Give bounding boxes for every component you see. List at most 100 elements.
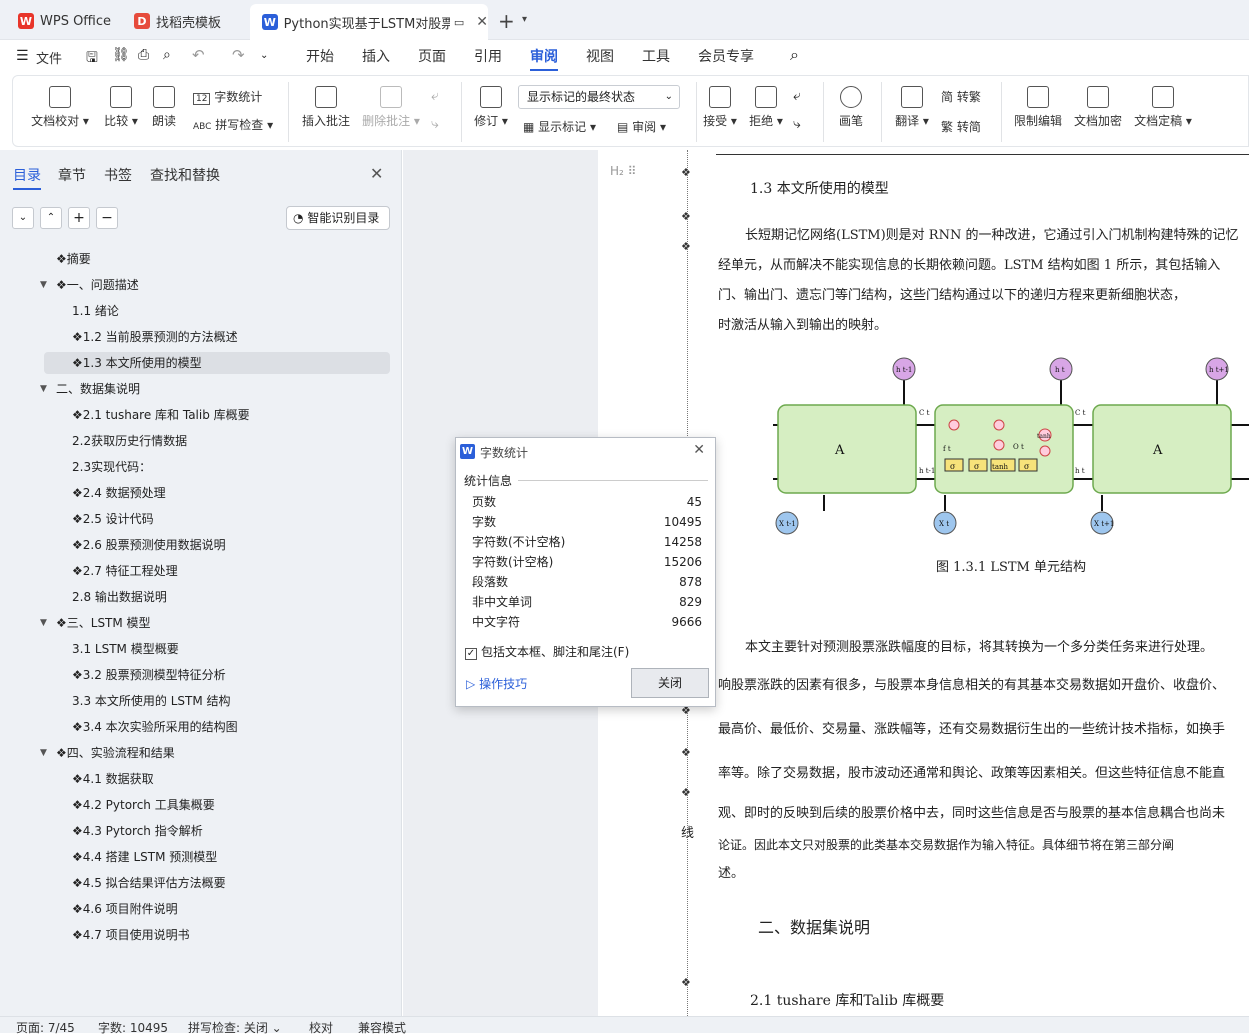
toc-item[interactable]: ❖一、问题描述 — [56, 274, 139, 296]
toc-item[interactable]: ❖4.4 搭建 LSTM 预测模型 — [72, 846, 217, 868]
toc-item[interactable]: 3.3 本文所使用的 LSTM 结构 — [72, 690, 231, 712]
toc-item[interactable]: ❖4.7 项目使用说明书 — [72, 924, 190, 946]
tab-toc[interactable]: 目录 — [13, 165, 41, 190]
toc-item-active[interactable]: ❖1.3 本文所使用的模型 — [72, 352, 202, 374]
markup-state-select[interactable]: 显示标记的最终状态 ⌄ — [518, 85, 680, 109]
paragraph-line: 响股票涨跌的因素有很多，与股票本身信息相关的有其基本交易数据如开盘价、收盘价、 — [718, 678, 1226, 693]
toc-item[interactable]: ❖4.6 项目附件说明 — [72, 898, 178, 920]
toc-item[interactable]: ❖3.2 股票预测模型特征分析 — [72, 664, 226, 686]
menu-review[interactable]: 审阅 — [530, 46, 558, 71]
next-change-icon[interactable]: ⤷ — [793, 116, 801, 132]
remove-heading-button[interactable]: − — [96, 207, 118, 229]
toc-item[interactable]: ❖2.1 tushare 库和 Talib 库概要 — [72, 404, 250, 426]
track-changes-button[interactable]: 修订 ▾ — [473, 86, 509, 129]
toc-item[interactable]: 3.1 LSTM 模型概要 — [72, 638, 179, 660]
encrypt-doc-button[interactable]: 文档加密 — [1073, 86, 1123, 129]
close-pane-icon[interactable]: ✕ — [370, 164, 383, 183]
tab-docer-templates[interactable]: D 找稻壳模板 — [122, 6, 242, 36]
doc-check-button[interactable]: 文档校对 ▾ — [29, 86, 91, 129]
to-traditional-button[interactable]: 简 转繁 — [941, 88, 981, 105]
toc-item[interactable]: ❖4.1 数据获取 — [72, 768, 154, 790]
to-simplified-button[interactable]: 繁 转简 — [941, 118, 981, 135]
toc-item[interactable]: 2.3实现代码： — [72, 456, 151, 478]
link-icon[interactable]: ⛓ — [112, 47, 130, 63]
proofread-status[interactable]: 校对 — [309, 1019, 333, 1036]
search-icon[interactable]: ⌕ — [790, 45, 799, 65]
compare-button[interactable]: 比较 ▾ — [99, 86, 143, 129]
expand-up-button[interactable]: ⌃ — [40, 207, 62, 229]
close-button[interactable]: 关闭 — [631, 668, 709, 698]
toc-item[interactable]: ❖4.5 拟合结果评估方法概要 — [72, 872, 226, 894]
menu-tools[interactable]: 工具 — [642, 46, 670, 66]
toc-item[interactable]: ❖2.4 数据预处理 — [72, 482, 166, 504]
spell-check-button[interactable]: ABC 拼写检查 ▾ — [193, 116, 273, 133]
tab-wps-office[interactable]: W WPS Office — [6, 6, 116, 36]
collapse-caret-icon[interactable]: ▼ — [40, 280, 47, 290]
toc-item[interactable]: ❖三、LSTM 模型 — [56, 612, 151, 634]
read-aloud-button[interactable]: 朗读 — [149, 86, 179, 129]
menu-home[interactable]: 开始 — [306, 46, 334, 66]
tips-link[interactable]: ▷ 操作技巧 — [466, 675, 527, 692]
smart-toc-button[interactable]: ◔ 智能识别目录 — [286, 206, 390, 230]
undo-icon[interactable]: ↶ — [192, 46, 205, 64]
collapse-caret-icon[interactable]: ▼ — [40, 748, 47, 758]
toc-item[interactable]: ❖3.4 本次实验所采用的结构图 — [72, 716, 238, 738]
toc-item[interactable]: ❖1.2 当前股票预测的方法概述 — [72, 326, 238, 348]
toc-item[interactable]: 二、数据集说明 — [56, 378, 140, 400]
gate-label: O t — [1013, 443, 1024, 451]
menu-member[interactable]: 会员专享 — [698, 46, 754, 66]
toc-item[interactable]: 2.8 输出数据说明 — [72, 586, 167, 608]
collapse-all-button[interactable]: ⌄ — [12, 207, 34, 229]
tab-bookmarks[interactable]: 书签 — [104, 165, 132, 185]
print-icon[interactable]: ⎙ — [138, 47, 149, 63]
translate-button[interactable]: 翻译 ▾ — [893, 86, 931, 129]
close-tab-icon[interactable]: ✕ — [476, 14, 488, 30]
tab-current-document[interactable]: W Python实现基于LSTM对股票 ▭ ✕ — [250, 4, 488, 40]
page-indicator[interactable]: 页面: 7/45 — [16, 1019, 75, 1036]
tab-chapters[interactable]: 章节 — [58, 165, 86, 185]
add-heading-button[interactable]: + — [68, 207, 90, 229]
toc-item[interactable]: ❖摘要 — [56, 248, 91, 270]
close-dialog-icon[interactable]: ✕ — [693, 442, 705, 458]
word-count-button[interactable]: 12 字数统计 — [193, 88, 262, 105]
restrict-edit-button[interactable]: 限制编辑 — [1013, 86, 1063, 129]
menu-page[interactable]: 页面 — [418, 46, 446, 66]
toc-item[interactable]: 2.2获取历史行情数据 — [72, 430, 187, 452]
accept-button[interactable]: 接受 ▾ — [701, 86, 739, 129]
toc-item[interactable]: ❖2.6 股票预测使用数据说明 — [72, 534, 226, 556]
spell-check-status[interactable]: 拼写检查: 关闭 ⌄ — [188, 1019, 282, 1036]
toc-item[interactable]: ❖2.7 特征工程处理 — [72, 560, 178, 582]
toc-item[interactable]: ❖2.5 设计代码 — [72, 508, 154, 530]
redo-icon[interactable]: ↷ — [232, 46, 245, 64]
toc-item[interactable]: ❖4.3 Pytorch 指令解析 — [72, 820, 203, 842]
pen-button[interactable]: 画笔 — [835, 86, 867, 129]
quick-access-chevron-icon[interactable]: ⌄ — [260, 50, 268, 61]
insert-comment-button[interactable]: 插入批注 — [301, 86, 351, 129]
toc-item[interactable]: ❖四、实验流程和结果 — [56, 742, 175, 764]
tab-list-chevron-icon[interactable]: ▾ — [522, 14, 527, 25]
toc-item[interactable]: 1.1 绪论 — [72, 300, 119, 322]
hamburger-icon[interactable]: ☰ — [16, 48, 29, 64]
gate-label: σ — [1024, 462, 1030, 471]
menu-file[interactable]: 文件 — [36, 48, 62, 67]
tab-find-replace[interactable]: 查找和替换 — [150, 165, 220, 185]
prev-change-icon[interactable]: ⤶ — [793, 88, 801, 104]
menu-reference[interactable]: 引用 — [474, 46, 502, 66]
review-pane-button[interactable]: ▤ 审阅 ▾ — [617, 118, 666, 135]
word-count-indicator[interactable]: 字数: 10495 — [98, 1019, 168, 1036]
show-markup-button[interactable]: ▦ 显示标记 ▾ — [523, 118, 596, 135]
screen-icon[interactable]: ▭ — [454, 16, 464, 29]
save-icon[interactable]: 🖫 — [86, 47, 98, 71]
menu-view[interactable]: 视图 — [586, 46, 614, 66]
include-notes-checkbox[interactable]: ✓ 包括文本框、脚注和尾注(F) — [465, 643, 629, 660]
read-aloud-icon — [153, 86, 175, 108]
heading-style-icon[interactable]: H₂ ⠿ — [610, 164, 636, 178]
menu-insert[interactable]: 插入 — [362, 46, 390, 66]
print-preview-icon[interactable]: ⌕ — [163, 47, 171, 63]
new-tab-icon[interactable]: + — [498, 9, 515, 33]
toc-item[interactable]: ❖4.2 Pytorch 工具集概要 — [72, 794, 215, 816]
finalize-doc-button[interactable]: 文档定稿 ▾ — [1133, 86, 1193, 129]
reject-button[interactable]: 拒绝 ▾ — [747, 86, 785, 129]
collapse-caret-icon[interactable]: ▼ — [40, 618, 47, 628]
collapse-caret-icon[interactable]: ▼ — [40, 384, 47, 394]
